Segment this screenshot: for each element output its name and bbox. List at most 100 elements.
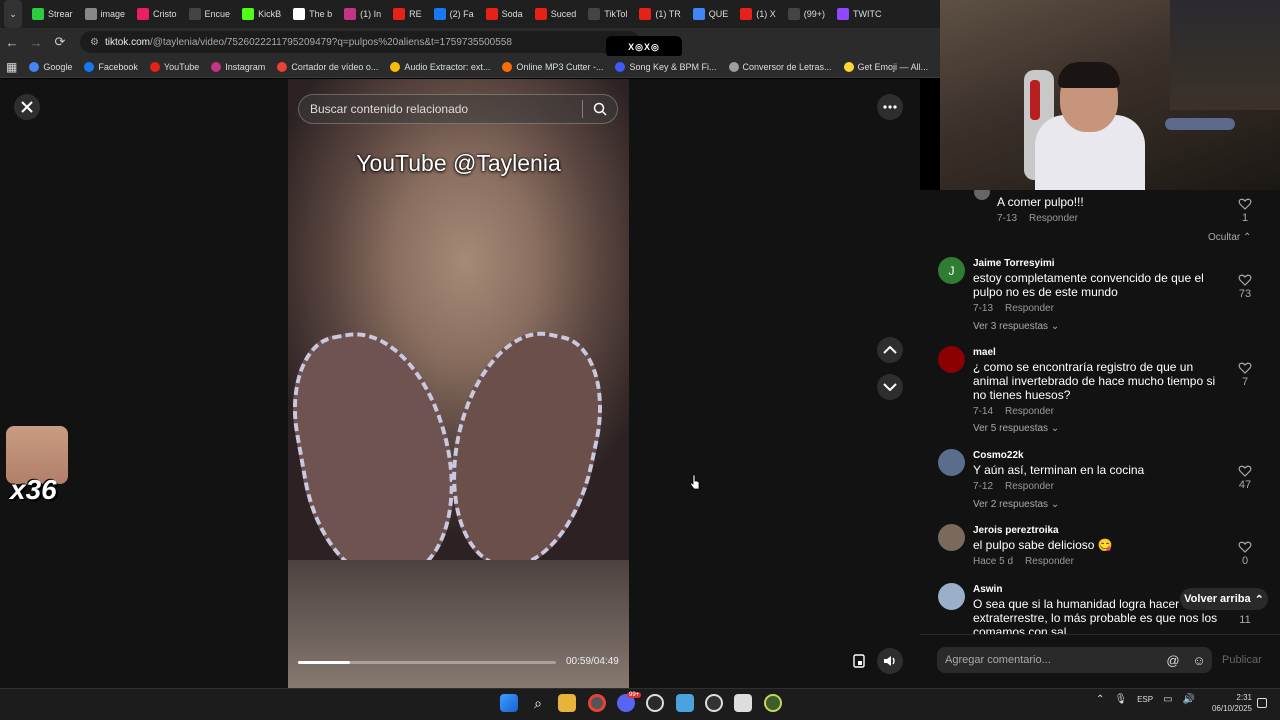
comment-author[interactable]: Jaime Torresyimi [973, 258, 1055, 269]
previous-video-chevron-up-icon[interactable] [877, 337, 903, 363]
close-icon[interactable] [14, 94, 40, 120]
media-player-icon[interactable] [705, 694, 723, 712]
browser-tab[interactable]: The b [287, 0, 338, 28]
related-search[interactable]: Buscar contenido relacionado [298, 94, 618, 124]
forward-button[interactable]: → [24, 30, 48, 54]
bookmark-item[interactable]: YouTube [144, 61, 205, 72]
notepad-icon[interactable] [676, 694, 694, 712]
search-input[interactable]: Buscar contenido relacionado [299, 102, 582, 116]
bookmark-item[interactable]: Facebook [78, 61, 144, 72]
back-to-top-button[interactable]: Volver arriba ⌃ [1180, 588, 1268, 610]
back-button[interactable]: ← [0, 30, 24, 54]
app-icon[interactable] [734, 694, 752, 712]
publish-button[interactable]: Publicar [1222, 654, 1262, 666]
seabed-gravel [288, 560, 629, 688]
video-progress-bar[interactable] [298, 661, 556, 664]
avatar[interactable]: J [938, 257, 965, 284]
avatar[interactable] [938, 346, 965, 373]
browser-tab[interactable]: QUE [687, 0, 735, 28]
bookmark-item[interactable]: Get Emoji — All... [838, 61, 935, 72]
reply-button[interactable]: Responder [1005, 406, 1054, 417]
view-replies-button[interactable]: Ver 5 respuestas ⌄ [973, 423, 1059, 434]
more-options-icon[interactable] [877, 94, 903, 120]
tab-label: RE [409, 9, 422, 19]
tab-favicon-icon [433, 8, 446, 20]
browser-tab[interactable]: Soda [480, 0, 529, 28]
bookmark-item[interactable]: Song Key & BPM Fi... [609, 61, 722, 72]
like-heart-icon[interactable] [1238, 197, 1252, 211]
url-field[interactable]: ⚙ tiktok.com/@taylenia/video/75260222117… [80, 31, 640, 53]
language-indicator[interactable]: ESP [1137, 695, 1153, 704]
browser-tab[interactable]: Cristo [131, 0, 183, 28]
comment-meta: 7-12 Responder [973, 481, 1054, 492]
reload-button[interactable]: ⟳ [48, 30, 72, 54]
network-icon[interactable]: ▭ [1163, 694, 1172, 705]
bookmark-item[interactable]: Audio Extractor: ext... [384, 61, 496, 72]
speaker-icon[interactable]: 🔊 [1183, 694, 1195, 705]
site-info-icon[interactable]: ⚙ [90, 37, 99, 48]
browser-tab[interactable]: (1) In [338, 0, 387, 28]
browser-tab[interactable]: RE [387, 0, 428, 28]
bookmark-item[interactable]: Google [23, 61, 78, 72]
notification-icon[interactable] [1257, 698, 1267, 708]
tab-label: The b [309, 9, 333, 19]
tab-favicon-icon [837, 8, 850, 20]
hide-replies-button[interactable]: Ocultar ⌃ [1208, 232, 1251, 243]
browser-tab[interactable]: TikTol [582, 0, 633, 28]
browser-tab[interactable]: Suced [529, 0, 583, 28]
bookmark-label: Instagram [225, 61, 266, 72]
comment-author[interactable]: Cosmo22k [973, 450, 1024, 461]
microphone-icon[interactable]: 🎙 [1114, 694, 1127, 705]
browser-tab[interactable]: (1) X [734, 0, 782, 28]
comment-input[interactable]: Agregar comentario... [937, 647, 1162, 673]
bookmark-item[interactable]: Instagram [205, 61, 271, 72]
avatar[interactable] [938, 583, 965, 610]
chevron-up-icon[interactable]: ⌃ [1096, 694, 1104, 705]
browser-tab[interactable]: image [79, 0, 132, 28]
tab-list-button[interactable]: ⌄ [4, 0, 22, 28]
reply-button[interactable]: Responder [1005, 303, 1054, 314]
comment-author[interactable]: Aswin [973, 584, 1002, 595]
browser-tab[interactable]: KickB [236, 0, 287, 28]
mention-icon[interactable]: @ [1166, 653, 1179, 668]
comment-author[interactable]: Jerois pereztroika [973, 525, 1059, 536]
chrome-icon[interactable] [588, 694, 606, 712]
next-video-chevron-down-icon[interactable] [877, 374, 903, 400]
browser-tab[interactable]: TWITC [831, 0, 888, 28]
browser-tab[interactable]: Strear [26, 0, 79, 28]
avatar[interactable] [938, 449, 965, 476]
view-replies-button[interactable]: Ver 3 respuestas ⌄ [973, 321, 1059, 332]
reply-button[interactable]: Responder [1025, 556, 1074, 567]
comment-text: Y aún así, terminan en la cocina [973, 463, 1145, 477]
search-icon[interactable]: ⌕ [529, 694, 547, 712]
bookmark-item[interactable]: Conversor de Letras... [723, 61, 838, 72]
browser-tab[interactable]: (2) Fa [428, 0, 480, 28]
comment-date: 7-14 [973, 406, 994, 417]
emoji-icon[interactable]: ☺ [1192, 653, 1205, 668]
browser-tab[interactable]: Encue [183, 0, 237, 28]
view-replies-button[interactable]: Ver 2 respuestas ⌄ [973, 499, 1059, 510]
avatar[interactable] [974, 190, 990, 200]
browser-tab[interactable]: (1) TR [633, 0, 686, 28]
system-clock[interactable]: 2:31 06/10/2025 [1204, 692, 1252, 714]
like-heart-icon[interactable] [1238, 361, 1252, 375]
volume-icon[interactable] [877, 648, 903, 674]
picture-in-picture-icon[interactable] [846, 648, 872, 674]
app-green-icon[interactable] [764, 694, 782, 712]
like-heart-icon[interactable] [1238, 540, 1252, 554]
like-heart-icon[interactable] [1238, 464, 1252, 478]
browser-tab[interactable]: (99+) [782, 0, 831, 28]
avatar[interactable] [938, 524, 965, 551]
like-heart-icon[interactable] [1238, 273, 1252, 287]
comment-author[interactable]: mael [973, 347, 996, 358]
bookmark-item[interactable]: Online MP3 Cutter -... [496, 61, 609, 72]
reply-button[interactable]: Responder [1029, 213, 1078, 224]
file-explorer-icon[interactable] [558, 694, 576, 712]
reply-button[interactable]: Responder [1005, 481, 1054, 492]
windows-start-icon[interactable] [500, 694, 518, 712]
bookmark-item[interactable]: Cortador de vídeo o... [271, 61, 384, 72]
obs-icon[interactable] [646, 694, 664, 712]
apps-grid-icon[interactable]: ▦ [0, 60, 23, 74]
bookmark-favicon-icon [390, 61, 401, 72]
search-icon[interactable] [583, 95, 617, 123]
